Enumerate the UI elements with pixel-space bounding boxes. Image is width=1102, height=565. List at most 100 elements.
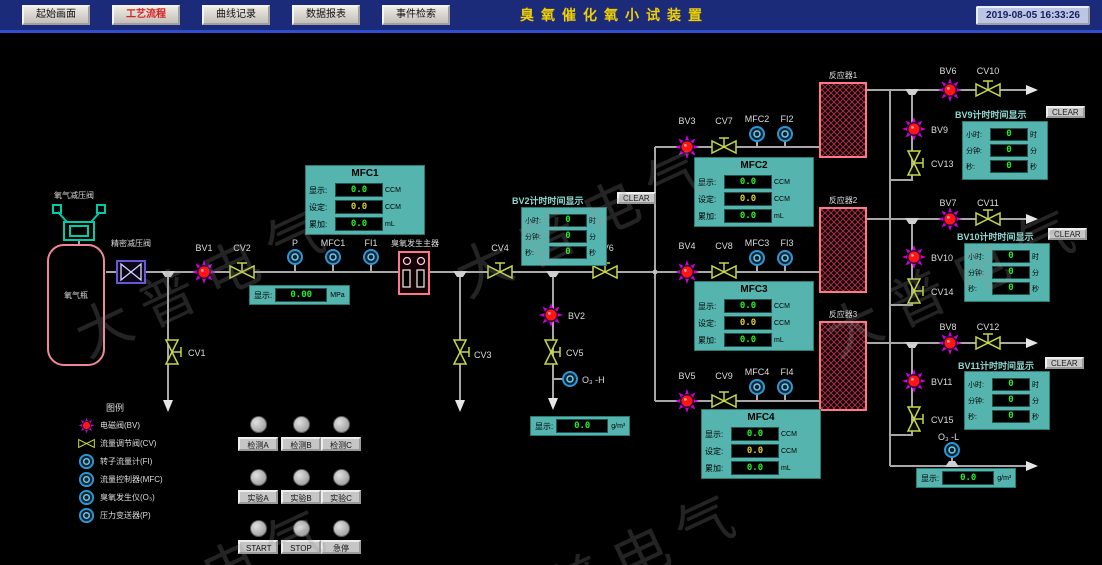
row-unit: 分 [1032,396,1039,406]
flow-meter-fi2[interactable] [778,127,792,141]
valve-bv2[interactable] [539,303,563,327]
label-cv10: CV10 [977,66,1000,76]
row-label: 分钟: [966,146,990,156]
row-unit: CCM [774,179,790,186]
detect-a-button[interactable]: 检测A [238,437,278,451]
valve-bv5[interactable] [675,389,699,413]
label-fi4: FI4 [780,367,793,377]
label-o3-low: O₃ -L [938,432,959,442]
valve-bv7[interactable] [938,207,962,231]
valve-bv3[interactable] [675,135,699,159]
flow-controller-mfc1[interactable] [326,250,340,264]
label-precision-valve: 精密减压阀 [111,238,151,248]
experiment-c-button[interactable]: 实验C [321,490,361,504]
flow-controller-mfc3[interactable] [750,251,764,265]
valve-cv2[interactable] [230,263,254,278]
flow-meter-fi1[interactable] [364,250,378,264]
experiment-b-button[interactable]: 实验B [281,490,321,504]
bv2-seconds-value: 0 [549,246,587,259]
estop-button[interactable]: 急停 [321,540,361,554]
lamp-stop [293,520,310,537]
row-label: 显示: [698,301,724,312]
valve-bv11[interactable] [902,369,926,393]
mfc3-setpoint-input[interactable]: 0.0 [724,316,772,330]
ozone-sensor-high[interactable] [563,372,577,386]
outlet-arrow-right [1026,214,1038,224]
ozone-low-display: 显示: 0.0 g/m³ [916,468,1016,488]
label-cv7: CV7 [715,116,733,126]
valve-cv7[interactable] [712,138,736,153]
flow-meter-fi4[interactable] [778,380,792,394]
mfc4-setpoint-input[interactable]: 0.0 [731,444,779,458]
start-button[interactable]: START [238,540,278,554]
legend-item: 转子流量计(FI) [78,452,163,470]
bv2-timer-clear-button[interactable]: CLEAR [617,192,656,204]
label-cv13: CV13 [931,159,954,169]
row-label: 分钟: [525,232,549,242]
valve-cv11[interactable] [976,210,1000,225]
lamp-detect-b [293,416,310,433]
nav-button-process[interactable]: 工艺流程 [112,5,180,25]
valve-cv12[interactable] [976,334,1000,349]
tee-fitting [546,271,560,277]
outlet-arrow-right [1026,85,1038,95]
reactor-1 [820,83,866,157]
row-label: 小时: [968,252,992,262]
ozone-sensor-low[interactable] [945,443,959,457]
tee-fitting [905,218,919,224]
pressure-transmitter-p[interactable] [288,250,302,264]
detect-c-button[interactable]: 检测C [321,437,361,451]
outlet-arrow-down [163,400,173,412]
mfc1-setpoint-input[interactable]: 0.0 [335,200,383,214]
valve-cv8[interactable] [712,263,736,278]
mfc4-panel-title: MFC4 [705,412,817,424]
row-unit: CCM [385,187,401,194]
label-cv9: CV9 [715,371,733,381]
nav-button-events[interactable]: 事件检索 [382,5,450,25]
tee-fitting [905,89,919,95]
valve-cv14[interactable] [908,279,923,303]
mfc3-panel-title: MFC3 [698,284,810,296]
bv9-timer-clear-button[interactable]: CLEAR [1046,106,1085,118]
valve-cv13[interactable] [908,151,923,175]
row-label: 秒: [966,162,990,172]
detect-b-button[interactable]: 检测B [281,437,321,451]
precision-reducer-valve[interactable] [117,261,145,283]
valve-cv3[interactable] [454,340,469,364]
bv11-timer-clear-button[interactable]: CLEAR [1045,357,1084,369]
label-fi1: FI1 [364,238,377,248]
valve-cv4[interactable] [488,263,512,278]
valve-bv8[interactable] [938,331,962,355]
solenoid-valve-icon [78,417,95,434]
label-cv3: CV3 [474,350,492,360]
valve-cv15[interactable] [908,407,923,431]
tank-regulator [53,205,105,240]
row-unit: 时 [1030,130,1037,140]
valve-bv6[interactable] [938,78,962,102]
valve-cv10[interactable] [976,81,1000,96]
experiment-a-button[interactable]: 实验A [238,490,278,504]
mfc2-setpoint-input[interactable]: 0.0 [724,192,772,206]
legend-item: 流量控制器(MFC) [78,470,163,488]
label-bv8: BV8 [939,322,956,332]
valve-bv9[interactable] [902,117,926,141]
mfc3-total-value: 0.0 [724,333,772,347]
mfc4-total-value: 0.0 [731,461,779,475]
control-valve-icon [78,435,95,452]
mfc1-panel: MFC1 显示:0.0CCM 设定:0.0CCM 累加:0.0mL [305,165,425,235]
label-mfc3: MFC3 [745,238,770,248]
label-cv2: CV2 [233,243,251,253]
valve-bv1[interactable] [192,260,216,284]
stop-button[interactable]: STOP [281,540,321,554]
bv10-timer-clear-button[interactable]: CLEAR [1048,228,1087,240]
valve-bv10[interactable] [902,245,926,269]
flow-meter-fi3[interactable] [778,251,792,265]
flow-controller-mfc2[interactable] [750,127,764,141]
row-label: 显示: [309,185,335,196]
flow-controller-mfc4[interactable] [750,380,764,394]
valve-cv5[interactable] [545,340,560,364]
nav-button-curves[interactable]: 曲线记录 [202,5,270,25]
nav-button-home[interactable]: 起始画面 [22,5,90,25]
valve-cv9[interactable] [712,392,736,407]
nav-button-reports[interactable]: 数据报表 [292,5,360,25]
